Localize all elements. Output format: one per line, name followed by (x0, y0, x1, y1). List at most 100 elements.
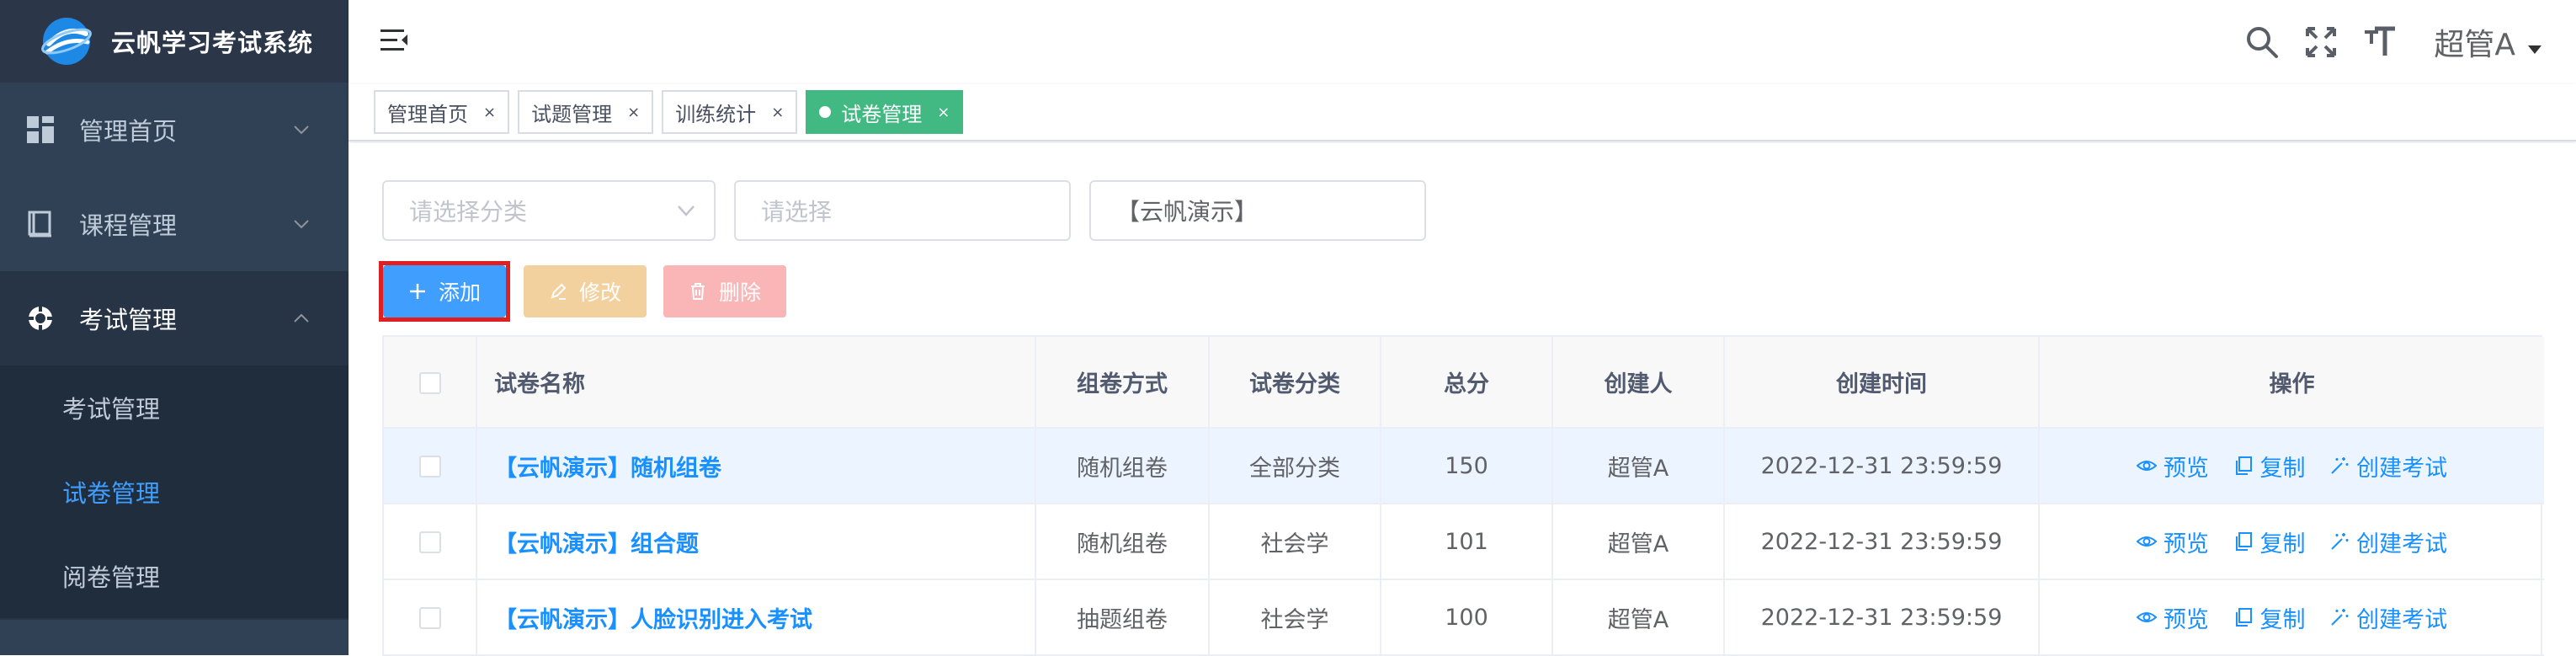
method-cell: 随机组卷 (1035, 428, 1210, 504)
copy-label: 复制 (2259, 455, 2306, 482)
magic-wand-icon (2331, 533, 2349, 550)
paper-name-cell: 【云帆演示】人脸识别进入考试 (476, 579, 1036, 656)
col-header: 创建人 (1552, 337, 1725, 429)
preview-link[interactable]: 预览 (2136, 525, 2209, 558)
col-header: 组卷方式 (1035, 337, 1210, 429)
close-icon[interactable]: × (771, 104, 784, 121)
tag-dashboard[interactable]: 管理首页 × (374, 90, 510, 134)
keyword-value: 【云帆演示】 (1116, 198, 1259, 226)
category-cell: 全部分类 (1209, 428, 1381, 504)
copy-link[interactable]: 复制 (2233, 450, 2306, 483)
table-row[interactable]: 【云帆演示】人脸识别进入考试 抽题组卷 社会学 100 超管A 2022-12-… (384, 579, 2544, 656)
search-icon[interactable] (2245, 25, 2279, 59)
table-row[interactable]: 【云帆演示】随机组卷 随机组卷 全部分类 150 超管A 2022-12-31 … (384, 428, 2544, 504)
table-row[interactable]: 【云帆演示】组合题 随机组卷 社会学 101 超管A 2022-12-31 23… (384, 504, 2544, 580)
close-icon[interactable]: × (483, 104, 496, 121)
plus-icon (410, 284, 425, 299)
creator-cell: 超管A (1552, 504, 1725, 580)
paper-name-link[interactable]: 【云帆演示】组合题 (494, 531, 699, 557)
exam-icon (27, 305, 54, 332)
sub-item-grading-manage[interactable]: 阅卷管理 (0, 534, 349, 618)
row-select-cell (384, 428, 477, 504)
method-cell: 随机组卷 (1035, 504, 1210, 580)
copy-icon (2235, 456, 2252, 475)
preview-link[interactable]: 预览 (2136, 450, 2209, 483)
create-exam-link[interactable]: 创建考试 (2329, 450, 2447, 483)
eye-icon (2136, 461, 2157, 471)
book-icon (28, 211, 51, 237)
submenu-exam: 考试管理 试卷管理 阅卷管理 (0, 365, 349, 618)
dashboard-icon (27, 116, 54, 143)
col-header: 创建时间 (1724, 337, 2040, 429)
keyword-input[interactable]: 【云帆演示】 (1089, 180, 1426, 241)
active-dot-icon (819, 106, 832, 118)
edit-icon (551, 283, 567, 300)
copy-label: 复制 (2259, 606, 2306, 633)
tag-paper-manage[interactable]: 试卷管理 × (806, 90, 964, 134)
sub-item-paper-manage[interactable]: 试卷管理 (0, 450, 349, 534)
logo-row[interactable]: 云帆学习考试系统 (0, 0, 349, 83)
copy-icon (2235, 608, 2252, 627)
caret-down-icon (2528, 45, 2541, 54)
menu-item-course[interactable]: 课程管理 (0, 177, 349, 271)
copy-icon (2235, 532, 2252, 551)
row-checkbox[interactable] (418, 531, 441, 553)
preview-link[interactable]: 预览 (2136, 601, 2209, 634)
category-cell: 社会学 (1209, 504, 1381, 580)
col-header: 试卷分类 (1209, 337, 1381, 429)
ops-cell: 预览 复制 创建考试 (2039, 428, 2544, 504)
navbar: 超管A (349, 0, 2576, 84)
preview-label: 预览 (2163, 531, 2209, 557)
menu-item-dashboard[interactable]: 管理首页 (0, 83, 349, 177)
magic-wand-icon (2331, 609, 2349, 626)
filter-bar: 请选择分类 请选择 【云帆演示】 (382, 180, 1445, 241)
ops-cell: 预览 复制 创建考试 (2039, 504, 2544, 580)
add-button[interactable]: 添加 (383, 265, 507, 317)
create-exam-link[interactable]: 创建考试 (2329, 525, 2447, 558)
sub-item-exam-manage[interactable]: 考试管理 (0, 365, 349, 450)
edit-label: 修改 (579, 280, 622, 305)
delete-button[interactable]: 删除 (663, 265, 787, 317)
score-cell: 101 (1381, 504, 1553, 580)
hamburger-icon[interactable] (379, 25, 409, 56)
menu-label: 考试管理 (79, 306, 178, 334)
eye-icon (2136, 536, 2157, 547)
font-size-icon[interactable] (2363, 25, 2397, 59)
eye-icon (2136, 612, 2157, 622)
username: 超管A (2434, 28, 2515, 62)
chevron-down-icon (294, 220, 309, 229)
edit-button[interactable]: 修改 (524, 265, 647, 317)
row-checkbox[interactable] (418, 456, 441, 477)
fullscreen-icon[interactable] (2304, 25, 2338, 59)
tag-label: 管理首页 (387, 102, 468, 126)
time-cell: 2022-12-31 23:59:59 (1724, 579, 2040, 656)
col-header: 总分 (1381, 337, 1553, 429)
chevron-down-icon (678, 205, 695, 216)
category-select[interactable]: 请选择分类 (382, 180, 716, 241)
paper-name-cell: 【云帆演示】随机组卷 (476, 428, 1036, 504)
menu-item-exam[interactable]: 考试管理 (0, 271, 349, 365)
ops-cell: 预览 复制 创建考试 (2039, 579, 2544, 656)
paper-name-link[interactable]: 【云帆演示】随机组卷 (494, 456, 721, 482)
type-select[interactable]: 请选择 (734, 180, 1071, 241)
select-all-checkbox[interactable] (418, 371, 441, 394)
copy-link[interactable]: 复制 (2233, 525, 2306, 558)
tags-view: 管理首页 × 试题管理 × 训练统计 × 试卷管理 × (349, 84, 2576, 141)
row-checkbox[interactable] (418, 607, 441, 629)
magic-wand-icon (2331, 457, 2349, 474)
close-icon[interactable]: × (627, 104, 640, 121)
paper-name-link[interactable]: 【云帆演示】人脸识别进入考试 (494, 607, 812, 633)
tag-label: 训练统计 (675, 102, 757, 126)
tag-question-manage[interactable]: 试题管理 × (518, 90, 654, 134)
close-icon[interactable]: × (937, 104, 950, 121)
category-placeholder: 请选择分类 (409, 198, 528, 226)
type-placeholder: 请选择 (761, 198, 833, 226)
menu-item-more[interactable] (0, 618, 349, 655)
copy-link[interactable]: 复制 (2233, 601, 2306, 634)
main-content: 请选择分类 请选择 【云帆演示】 添加 修改 删除 试卷名称 组卷方式 试卷分类… (349, 143, 2576, 656)
tag-training-stats[interactable]: 训练统计 × (662, 90, 798, 134)
user-dropdown[interactable]: 超管A (2434, 20, 2542, 64)
create-exam-link[interactable]: 创建考试 (2329, 601, 2447, 634)
menu-label: 管理首页 (79, 117, 178, 146)
row-select-cell (384, 504, 477, 580)
